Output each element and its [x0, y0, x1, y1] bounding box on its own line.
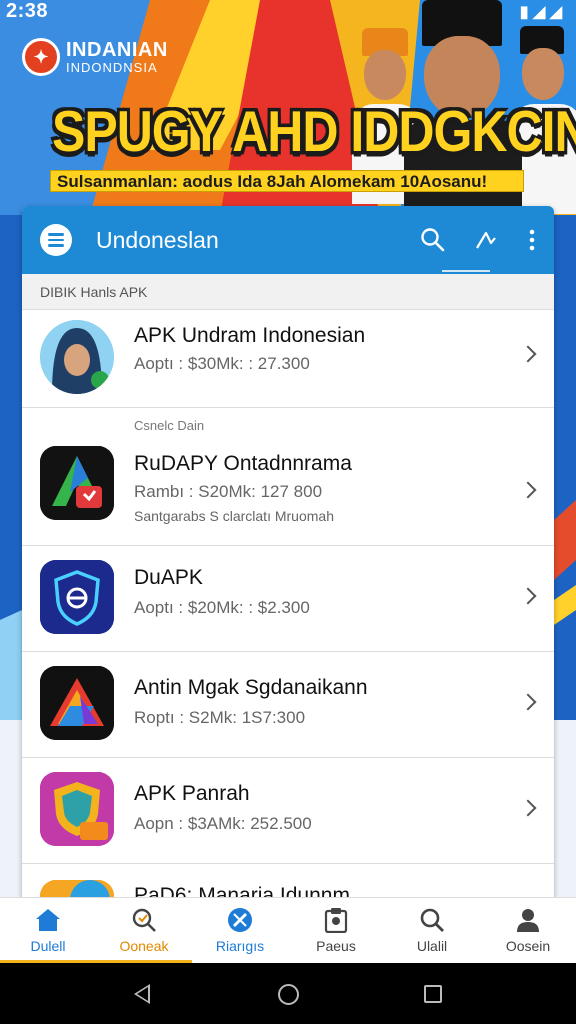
bottom-nav: Dulell Ooneak Riarıgıs Paeus Ulalil Oose…	[0, 897, 576, 963]
status-time: 2:38	[6, 0, 49, 22]
search-icon	[418, 907, 446, 933]
app-name: APK Panrah	[134, 782, 250, 805]
chevron-right-icon	[519, 799, 537, 817]
list-item[interactable]: RuDAPY Ontadnnrama Rambı : S20Mk: 127 80…	[22, 438, 554, 546]
nav-label: Riarıgıs	[215, 938, 265, 954]
home-circle-icon[interactable]	[278, 984, 299, 1005]
nav-label: Ooneak	[119, 938, 169, 954]
app-meta: Aoptı : $30Mk: : 27.300	[134, 354, 310, 373]
list-item[interactable]: Antin Mgak Sgdanaikann Roptı : S2Mk: 1S7…	[22, 652, 554, 758]
nav-label: Ulalil	[416, 938, 448, 954]
app-bar: Undoneslan	[22, 206, 554, 274]
nav-search[interactable]: Ulalil	[384, 898, 480, 963]
promo-banner[interactable]: 2:38 ▮ ◢ ◢ ✦ INDANIAN INDONDNSIA SPUGY A…	[0, 0, 576, 215]
more-options-icon[interactable]	[528, 227, 536, 253]
nav-pages[interactable]: Paeus	[288, 898, 384, 963]
app-meta: Aopn : $3AMk: 252.500	[134, 814, 312, 833]
menu-icon[interactable]	[40, 224, 72, 256]
chevron-right-icon	[519, 587, 537, 605]
app-icon-shield	[40, 560, 114, 634]
chevron-right-icon	[519, 345, 537, 363]
app-bar-title: Undoneslan	[96, 226, 219, 253]
filter-icon[interactable]	[474, 227, 500, 253]
app-extra: Santgarabs S clarclatı Mruomah	[134, 508, 334, 524]
app-icon-triangle	[40, 666, 114, 740]
app-icon-logo	[40, 446, 114, 520]
home-icon	[34, 907, 62, 933]
nav-label: Dulell	[30, 938, 66, 954]
nav-home[interactable]: Dulell	[0, 898, 96, 963]
app-list-card: Undoneslan DIBIK Hanls APK APK Undram In…	[22, 206, 554, 906]
person-icon	[514, 907, 542, 933]
recent-apps-icon[interactable]	[424, 985, 442, 1003]
chevron-right-icon	[519, 693, 537, 711]
brand-name: INDANIAN	[66, 38, 168, 61]
compass-icon	[226, 907, 254, 933]
banner-subline: Sulsanmanlan: aodus Ida 8Jah Alomekam 10…	[50, 170, 524, 192]
search-tag-icon	[130, 907, 158, 933]
chevron-right-icon	[519, 481, 537, 499]
app-icon-avatar	[40, 320, 114, 394]
status-icons: ▮ ◢ ◢	[519, 4, 562, 21]
brand-subname: INDONDNSIA	[66, 59, 158, 75]
nav-label: Paeus	[316, 938, 356, 954]
nav-label: Oosein	[505, 938, 551, 954]
clipboard-icon	[322, 907, 350, 934]
nav-profile[interactable]: Oosein	[480, 898, 576, 963]
brand: ✦ INDANIAN INDONDNSIA	[22, 38, 168, 76]
system-nav-bar	[0, 963, 576, 1024]
app-name: APK Undram Indonesian	[134, 324, 366, 347]
nav-explore[interactable]: Riarıgıs	[192, 898, 288, 963]
section-header: DIBIK Hanls APK	[22, 274, 554, 310]
active-tab-indicator	[442, 270, 490, 272]
app-name: RuDAPY Ontadnnrama	[134, 452, 352, 475]
list-item[interactable]: APK Undram Indonesian Aoptı : $30Mk: : 2…	[22, 310, 554, 408]
app-meta: Roptı : S2Mk: 1S7:300	[134, 708, 306, 727]
app-name: Antin Mgak Sgdanaikann	[134, 676, 368, 699]
brand-logo-icon: ✦	[22, 38, 60, 76]
banner-headline: SPUGY AHD IDDGKCIN!	[52, 99, 576, 164]
nav-discover[interactable]: Ooneak	[96, 898, 192, 963]
list-item[interactable]: DuAPK Aoptı : $20Mk: : $2.300	[22, 546, 554, 652]
app-name: DuAPK	[134, 566, 203, 589]
app-meta: Rambı : S20Mk: 127 800	[134, 482, 323, 501]
list-item[interactable]: APK Panrah Aopn : $3AMk: 252.500	[22, 758, 554, 864]
category-label: Csnelc Dain	[134, 418, 205, 433]
app-meta: Aoptı : $20Mk: : $2.300	[134, 598, 310, 617]
search-icon[interactable]	[420, 227, 446, 253]
app-icon-badge	[40, 772, 114, 846]
